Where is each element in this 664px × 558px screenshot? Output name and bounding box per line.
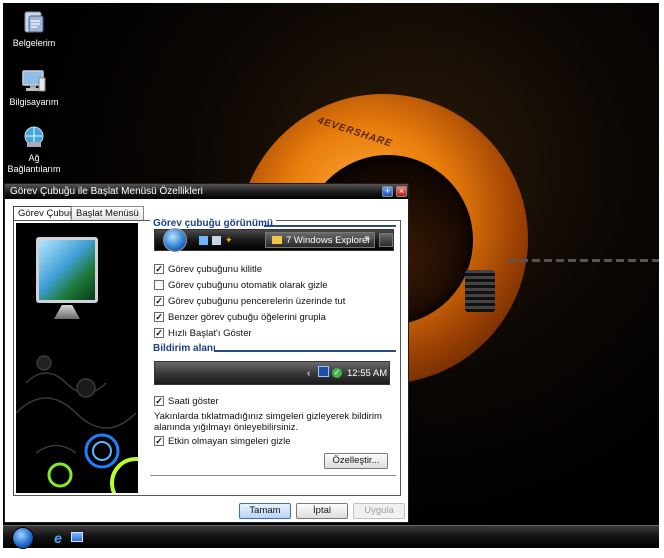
desktop-icon-computer[interactable]: Bilgisayarım (4, 68, 64, 108)
option-show-quick-launch[interactable]: ✓ Hızlı Başlat'ı Göster (154, 327, 252, 339)
wallpaper-grill (465, 270, 495, 312)
notification-area-preview: ‹ ✓ 12:55 AM (154, 361, 390, 385)
start-orb-icon[interactable] (12, 527, 34, 549)
customize-button[interactable]: Özelleştir... (324, 453, 388, 469)
taskbar-properties-dialog: Görev Çubuğu ile Başlat Menüsü Özellikle… (4, 183, 409, 523)
option-label: Hızlı Başlat'ı Göster (168, 327, 252, 339)
show-desktop-icon[interactable] (71, 532, 83, 542)
group-divider (264, 225, 396, 227)
desktop-icon-network[interactable]: Ağ Bağlantılarım (4, 124, 64, 175)
show-desktop-icon (199, 236, 208, 245)
panel-bottom-divider (150, 475, 396, 476)
option-keep-on-top[interactable]: ✓ Görev çubuğunu pencerelerin üzerinde t… (154, 295, 345, 307)
monitor-image (36, 237, 98, 303)
chevron-left-icon: ‹ (307, 368, 311, 379)
swirl-decoration (16, 355, 138, 493)
dialog-title: Görev Çubuğu ile Başlat Menüsü Özellikle… (10, 186, 203, 197)
tab-panel: Görev çubuğu görünümü ✦ 7 Windows Explor… (13, 218, 401, 496)
dialog-titlebar[interactable]: Görev Çubuğu ile Başlat Menüsü Özellikle… (5, 184, 408, 199)
option-label: Görev çubuğunu kilitle (168, 263, 262, 275)
option-label: Benzer görev çubuğu öğelerini grupla (168, 311, 326, 323)
monitor-stand (54, 305, 80, 319)
taskbar: e (3, 525, 659, 549)
apply-button[interactable]: Uygula (353, 503, 405, 519)
start-orb-icon (163, 228, 187, 252)
option-autohide-taskbar[interactable]: Görev çubuğunu otomatik olarak gizle (154, 279, 327, 291)
media-icon: ✦ (225, 235, 233, 245)
group-divider (214, 350, 396, 352)
checkbox-checked-icon[interactable]: ✓ (154, 436, 164, 446)
taskbar-preview-button: 7 Windows Explorer ▼ (265, 232, 375, 248)
option-label: Görev çubuğunu pencerelerin üzerinde tut (168, 295, 346, 307)
folder-icon (272, 236, 282, 244)
checkbox-checked-icon[interactable]: ✓ (154, 312, 164, 322)
wallpaper-dashed-line (508, 259, 659, 262)
taskbar-preview: ✦ 7 Windows Explorer ▼ (154, 228, 394, 252)
documents-folder-icon (21, 9, 47, 35)
option-label: Etkin olmayan simgeleri gizle (168, 435, 291, 447)
checkbox-checked-icon[interactable]: ✓ (154, 328, 164, 338)
option-lock-taskbar[interactable]: ✓ Görev çubuğunu kilitle (154, 263, 262, 275)
taskbar-preview-button-label: 7 Windows Explorer (286, 235, 371, 246)
desktop-icon-label: Bilgisayarım (9, 97, 59, 107)
group-heading-notification: Bildirim alanı (150, 343, 219, 354)
checkbox-checked-icon[interactable]: ✓ (154, 264, 164, 274)
option-label: Saati göster (168, 395, 219, 407)
chevron-down-icon: ▼ (363, 234, 371, 243)
computer-icon (21, 68, 47, 94)
group-heading-taskbar: Görev çubuğu görünümü (150, 218, 276, 229)
desktop-icon-documents[interactable]: Belgelerim (4, 9, 64, 49)
help-icon[interactable]: + (382, 186, 393, 197)
tab-start-menu[interactable]: Başlat Menüsü (71, 206, 144, 220)
option-group-similar[interactable]: ✓ Benzer görev çubuğu öğelerini grupla (154, 311, 326, 323)
option-show-clock[interactable]: ✓ Saati göster (154, 395, 219, 407)
window-switch-icon (212, 236, 221, 245)
desktop-icon-label: Belgelerim (12, 38, 56, 48)
network-connections-icon (21, 124, 47, 150)
ok-button[interactable]: Tamam (239, 503, 291, 519)
option-hide-inactive-icons[interactable]: ✓ Etkin olmayan simgeleri gizle (154, 435, 291, 447)
cancel-button[interactable]: İptal (296, 503, 348, 519)
internet-explorer-icon[interactable]: e (50, 530, 66, 546)
tray-app-icon (318, 366, 329, 377)
close-icon[interactable]: × (396, 186, 407, 197)
preview-artwork (16, 223, 138, 493)
tray-clock: 12:55 AM (347, 368, 388, 379)
checkbox-unchecked-icon[interactable] (154, 280, 164, 290)
tray-check-icon: ✓ (332, 368, 342, 378)
notification-description: Yakınlarda tıklatmadığınız simgeleri giz… (154, 411, 382, 433)
checkbox-checked-icon[interactable]: ✓ (154, 296, 164, 306)
option-label: Görev çubuğunu otomatik olarak gizle (168, 279, 328, 291)
checkbox-checked-icon[interactable]: ✓ (154, 396, 164, 406)
desktop-icon-label: Ağ Bağlantılarım (7, 153, 61, 174)
taskbar-preview-overflow (379, 233, 393, 247)
